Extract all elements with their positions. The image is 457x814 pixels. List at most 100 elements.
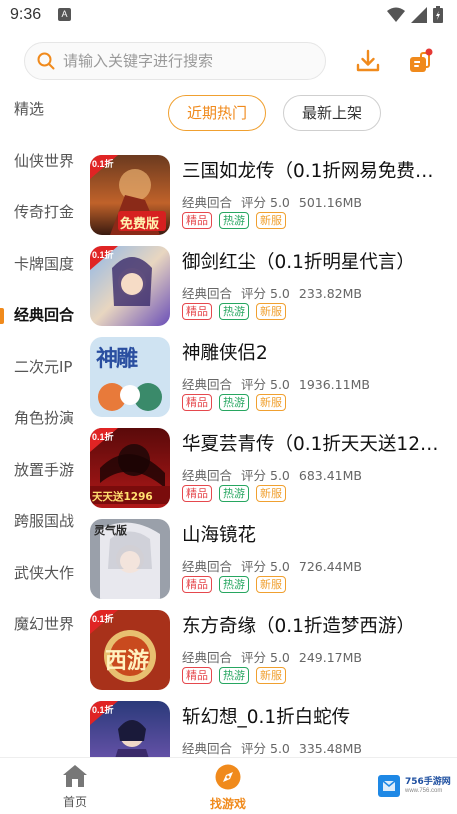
tab-label: 最新上架 [301,104,362,122]
game-meta: 经典回合 评分 5.0 233.82MB [182,283,371,302]
game-size: 249.17MB [298,650,362,665]
sidebar-item-label: 仙侠世界 [14,151,75,170]
cover-badge: 0.1折 [92,705,114,715]
game-item[interactable]: 0.1折 天天送1296 华夏芸青传（0.1折天天送1296） 经典回合 评分 5… [90,426,457,517]
sidebar-item-label: 传奇打金 [14,203,75,221]
game-title[interactable]: 三国如龙传（0.1折网易免费版） [182,157,450,183]
game-cover[interactable]: 0.1折 免费版 [90,155,170,235]
tag-hot: 热游 [219,485,249,502]
game-item[interactable]: 灵气版 山海镜花 经典回合 评分 5.0 726.44MB 精品 热游 新服 [90,517,457,608]
tag-premium: 精品 [182,576,212,593]
game-cover[interactable]: 0.1折 [90,246,170,326]
nav-home[interactable]: 首页 [35,764,115,810]
sidebar-item-turn-based[interactable]: 经典回合 [0,290,86,342]
status-icons [387,6,443,23]
sidebar-item-featured[interactable]: 精选 [0,84,86,136]
sidebar-item-rpg[interactable]: 角色扮演 [0,393,86,445]
tag-new-server: 新服 [256,394,286,411]
sidebar-item-card[interactable]: 卡牌国度 [0,239,86,291]
game-title[interactable]: 斩幻想_0.1折白蛇传 [182,703,450,729]
game-title[interactable]: 御剑红尘（0.1折明星代言） [182,248,450,274]
cover-text: 天天送1296 [92,491,153,503]
cover-text: 神雕 [96,347,138,372]
bottom-nav: 首页 找游戏 756手游网 www.756.com [0,757,457,814]
tab-newest[interactable]: 最新上架 [283,95,381,131]
game-rating: 评分 5.0 [241,468,290,483]
sidebar-item-fantasy[interactable]: 魔幻世界 [0,599,86,651]
sidebar-item-anime[interactable]: 二次元IP [0,342,86,394]
sidebar-item-label: 角色扮演 [14,409,75,427]
sidebar-item-war[interactable]: 跨服国战 [0,496,86,548]
game-cover[interactable]: 0.1折 天天送1296 [90,428,170,508]
watermark-text: 756手游网 [405,777,451,787]
sidebar-item-legend[interactable]: 传奇打金 [0,187,86,239]
game-meta: 经典回合 评分 5.0 249.17MB [182,647,371,666]
nav-find-games[interactable]: 找游戏 [188,764,268,812]
game-meta: 经典回合 评分 5.0 1936.11MB [182,374,379,393]
status-bar: 9:36 A [0,0,457,32]
status-time: 9:36 [10,6,42,23]
game-meta: 经典回合 评分 5.0 726.44MB [182,556,371,575]
game-size: 726.44MB [298,559,362,574]
sidebar-item-label: 二次元IP [14,357,73,376]
game-tags: 精品 热游 新服 [182,303,286,320]
game-rating: 评分 5.0 [241,650,290,665]
game-cover[interactable]: 灵气版 [90,519,170,599]
search-input[interactable] [63,52,303,70]
game-cover[interactable]: 神雕 [90,337,170,417]
tag-premium: 精品 [182,212,212,229]
game-title[interactable]: 山海镜花 [182,521,450,547]
game-item[interactable]: 0.1折 西游 东方奇缘（0.1折造梦西游） 经典回合 评分 5.0 249.17M… [90,608,457,699]
cover-badge: 0.1折 [92,250,114,260]
game-size: 233.82MB [298,286,362,301]
game-list: 0.1折 免费版 三国如龙传（0.1折网易免费版） 经典回合 评分 5.0 501.… [90,153,457,790]
game-item[interactable]: 0.1折 御剑红尘（0.1折明星代言） 经典回合 评分 5.0 233.82MB 精… [90,244,457,335]
tag-new-server: 新服 [256,485,286,502]
game-cover[interactable]: 0.1折 西游 [90,610,170,690]
message-button[interactable] [405,48,433,76]
download-button[interactable] [355,48,381,74]
sidebar-item-label: 精选 [14,100,45,118]
sidebar-item-idle[interactable]: 放置手游 [0,445,86,497]
home-icon [63,765,87,787]
game-rating: 评分 5.0 [241,377,290,392]
cover-badge: 0.1折 [92,159,114,169]
game-tags: 精品 热游 新服 [182,212,286,229]
game-category: 经典回合 [182,286,233,301]
search-icon [37,52,55,70]
cover-badge: 0.1折 [92,432,114,442]
sidebar-item-xianxia[interactable]: 仙侠世界 [0,136,86,188]
signal-icon [411,6,427,23]
message-icon [410,48,433,72]
sidebar-item-label: 放置手游 [14,460,75,479]
nav-label: 首页 [62,795,87,809]
game-category: 经典回合 [182,559,233,574]
category-sidebar: 精选 仙侠世界 传奇打金 卡牌国度 经典回合 二次元IP 角色扮演 放置手游 跨… [0,84,86,651]
game-title[interactable]: 东方奇缘（0.1折造梦西游） [182,612,450,638]
game-item[interactable]: 神雕 神雕侠侣2 经典回合 评分 5.0 1936.11MB 精品 热游 新服 [90,335,457,426]
tag-premium: 精品 [182,303,212,320]
wifi-icon [387,7,405,22]
tag-new-server: 新服 [256,576,286,593]
game-item[interactable]: 0.1折 免费版 三国如龙传（0.1折网易免费版） 经典回合 评分 5.0 501.… [90,153,457,244]
game-title[interactable]: 华夏芸青传（0.1折天天送1296） [182,430,450,456]
game-category: 经典回合 [182,195,233,210]
game-meta: 经典回合 评分 5.0 335.48MB [182,738,371,757]
search-bar[interactable] [24,42,326,80]
game-rating: 评分 5.0 [241,195,290,210]
tag-premium: 精品 [182,667,212,684]
game-tags: 精品 热游 新服 [182,576,286,593]
notification-icon: A [58,8,71,21]
sidebar-item-wuxia[interactable]: 武侠大作 [0,548,86,600]
game-size: 683.41MB [298,468,362,483]
game-category: 经典回合 [182,650,233,665]
game-category: 经典回合 [182,741,233,756]
watermark-logo: 756手游网 www.756.com [375,771,451,801]
tag-premium: 精品 [182,394,212,411]
tag-premium: 精品 [182,485,212,502]
game-title[interactable]: 神雕侠侣2 [182,339,450,365]
tag-new-server: 新服 [256,303,286,320]
tab-recent-hot[interactable]: 近期热门 [168,95,266,131]
game-meta: 经典回合 评分 5.0 683.41MB [182,465,371,484]
game-meta: 经典回合 评分 5.0 501.16MB [182,192,371,211]
